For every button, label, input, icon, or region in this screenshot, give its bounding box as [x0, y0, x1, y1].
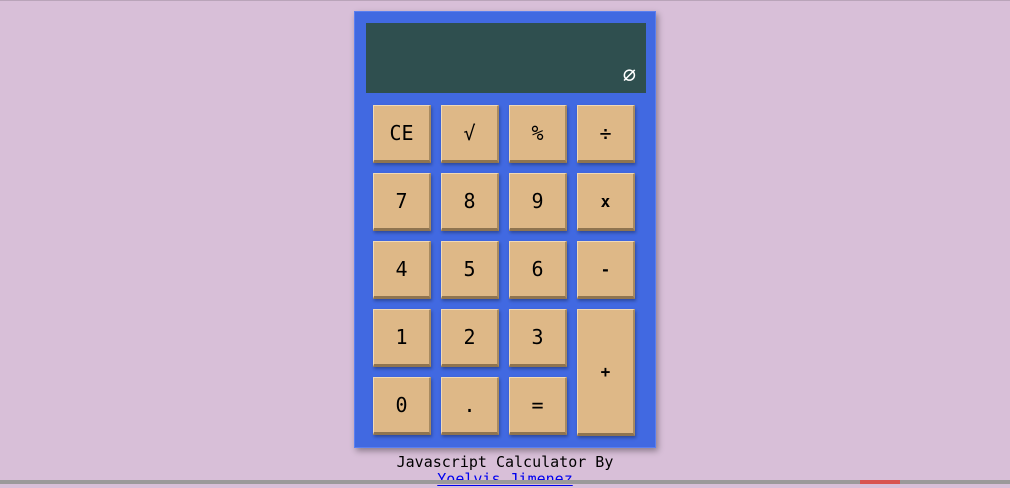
- percent-button[interactable]: %: [509, 105, 567, 163]
- multiply-button[interactable]: x: [577, 173, 635, 231]
- digit-0-button[interactable]: 0: [373, 377, 431, 435]
- bottom-bar-accent: [860, 480, 900, 484]
- divide-button[interactable]: ÷: [577, 105, 635, 163]
- digit-3-button[interactable]: 3: [509, 309, 567, 367]
- digit-7-button[interactable]: 7: [373, 173, 431, 231]
- calculator-display: ∅: [366, 23, 646, 93]
- square-root-button[interactable]: √: [441, 105, 499, 163]
- decimal-button[interactable]: .: [441, 377, 499, 435]
- digit-9-button[interactable]: 9: [509, 173, 567, 231]
- digit-5-button[interactable]: 5: [441, 241, 499, 299]
- add-button[interactable]: +: [577, 309, 635, 436]
- bottom-bar: [0, 480, 1010, 484]
- author-link[interactable]: Yoelvis Jimenez: [437, 470, 572, 488]
- page-top-border: [0, 0, 1010, 1]
- clear-entry-button[interactable]: CE: [373, 105, 431, 163]
- digit-8-button[interactable]: 8: [441, 173, 499, 231]
- digit-4-button[interactable]: 4: [373, 241, 431, 299]
- calculator: ∅ CE √ % ÷ 7 8 9 x 4 5 6 - 1 2 3 + 0 . =: [354, 11, 656, 448]
- digit-2-button[interactable]: 2: [441, 309, 499, 367]
- display-value: ∅: [622, 63, 636, 88]
- equals-button[interactable]: =: [509, 377, 567, 435]
- footer-text: Javascript Calculator By: [396, 453, 614, 471]
- digit-6-button[interactable]: 6: [509, 241, 567, 299]
- digit-1-button[interactable]: 1: [373, 309, 431, 367]
- subtract-button[interactable]: -: [577, 241, 635, 299]
